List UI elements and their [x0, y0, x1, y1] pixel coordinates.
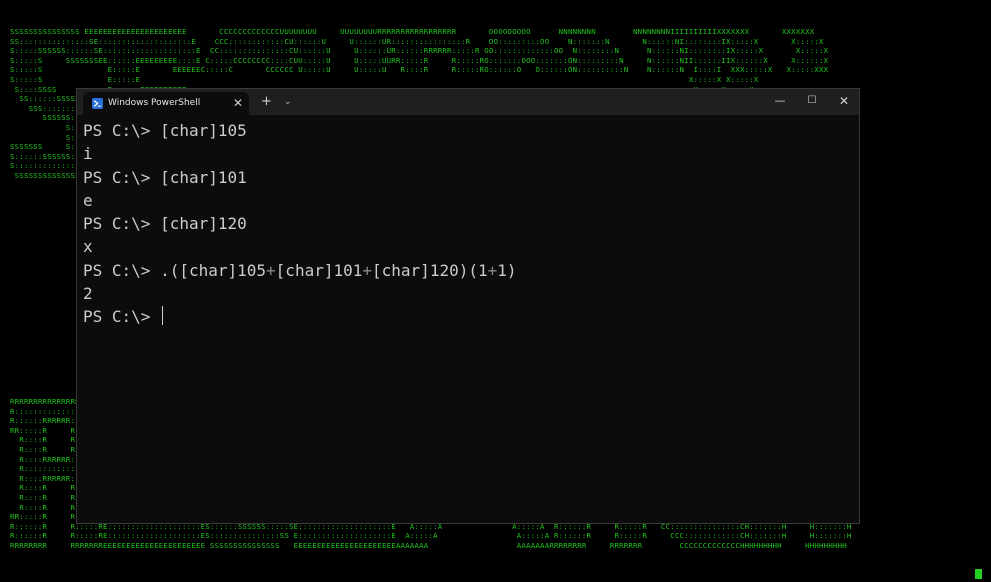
command-text: [char]120)(1	[372, 260, 488, 280]
prompt-line: PS C:\> .([char]105+[char]101+[char]120)…	[83, 259, 849, 282]
minimize-button[interactable]: —	[765, 92, 795, 110]
console-cursor	[975, 569, 982, 579]
operator-plus: +	[487, 260, 498, 280]
close-button[interactable]: ✕	[829, 92, 859, 110]
prompt-line: PS C:\> [char]105	[83, 119, 849, 142]
new-tab-icon[interactable]: +	[261, 94, 272, 110]
maximize-button[interactable]: ☐	[797, 92, 827, 110]
prompt-line: PS C:\> [char]120	[83, 212, 849, 235]
desktop-background: SSSSSSSSSSSSSSS EEEEEEEEEEEEEEEEEEEEEE C…	[0, 0, 991, 582]
command-text: 1)	[497, 260, 517, 280]
active-prompt-line[interactable]: PS C:\>	[83, 305, 849, 328]
output-line: x	[83, 237, 93, 257]
title-bar[interactable]: Windows PowerShell ✕ + ⌄ — ☐ ✕	[77, 89, 859, 115]
prompt: PS C:\>	[83, 214, 161, 234]
prompt-line: PS C:\> [char]101	[83, 166, 849, 189]
operator-plus: +	[266, 260, 276, 280]
powershell-icon	[92, 98, 103, 109]
output-line: 2	[83, 284, 93, 304]
text-cursor	[162, 306, 164, 326]
powershell-window[interactable]: Windows PowerShell ✕ + ⌄ — ☐ ✕ PS C:\> […	[76, 88, 860, 524]
prompt: PS C:\>	[83, 167, 161, 187]
tab-close-icon[interactable]: ✕	[233, 95, 243, 111]
output-line: i	[83, 144, 93, 164]
terminal-output[interactable]: PS C:\> [char]105 i PS C:\> [char]101 e …	[83, 119, 849, 517]
command-text: [char]101	[275, 260, 363, 280]
command-text: [char]101	[160, 167, 247, 187]
command-text: [char]120	[160, 214, 247, 234]
operator-plus: +	[362, 260, 373, 280]
prompt: PS C:\>	[83, 307, 161, 327]
command-text: [char]105	[160, 121, 247, 140]
prompt: PS C:\>	[83, 260, 161, 280]
chevron-down-icon[interactable]: ⌄	[284, 94, 292, 110]
output-line: e	[83, 190, 93, 210]
tab-title: Windows PowerShell	[108, 98, 201, 108]
command-text: .([char]105	[160, 260, 267, 280]
prompt: PS C:\>	[83, 121, 161, 140]
tab-windows-powershell[interactable]: Windows PowerShell ✕	[83, 92, 249, 115]
